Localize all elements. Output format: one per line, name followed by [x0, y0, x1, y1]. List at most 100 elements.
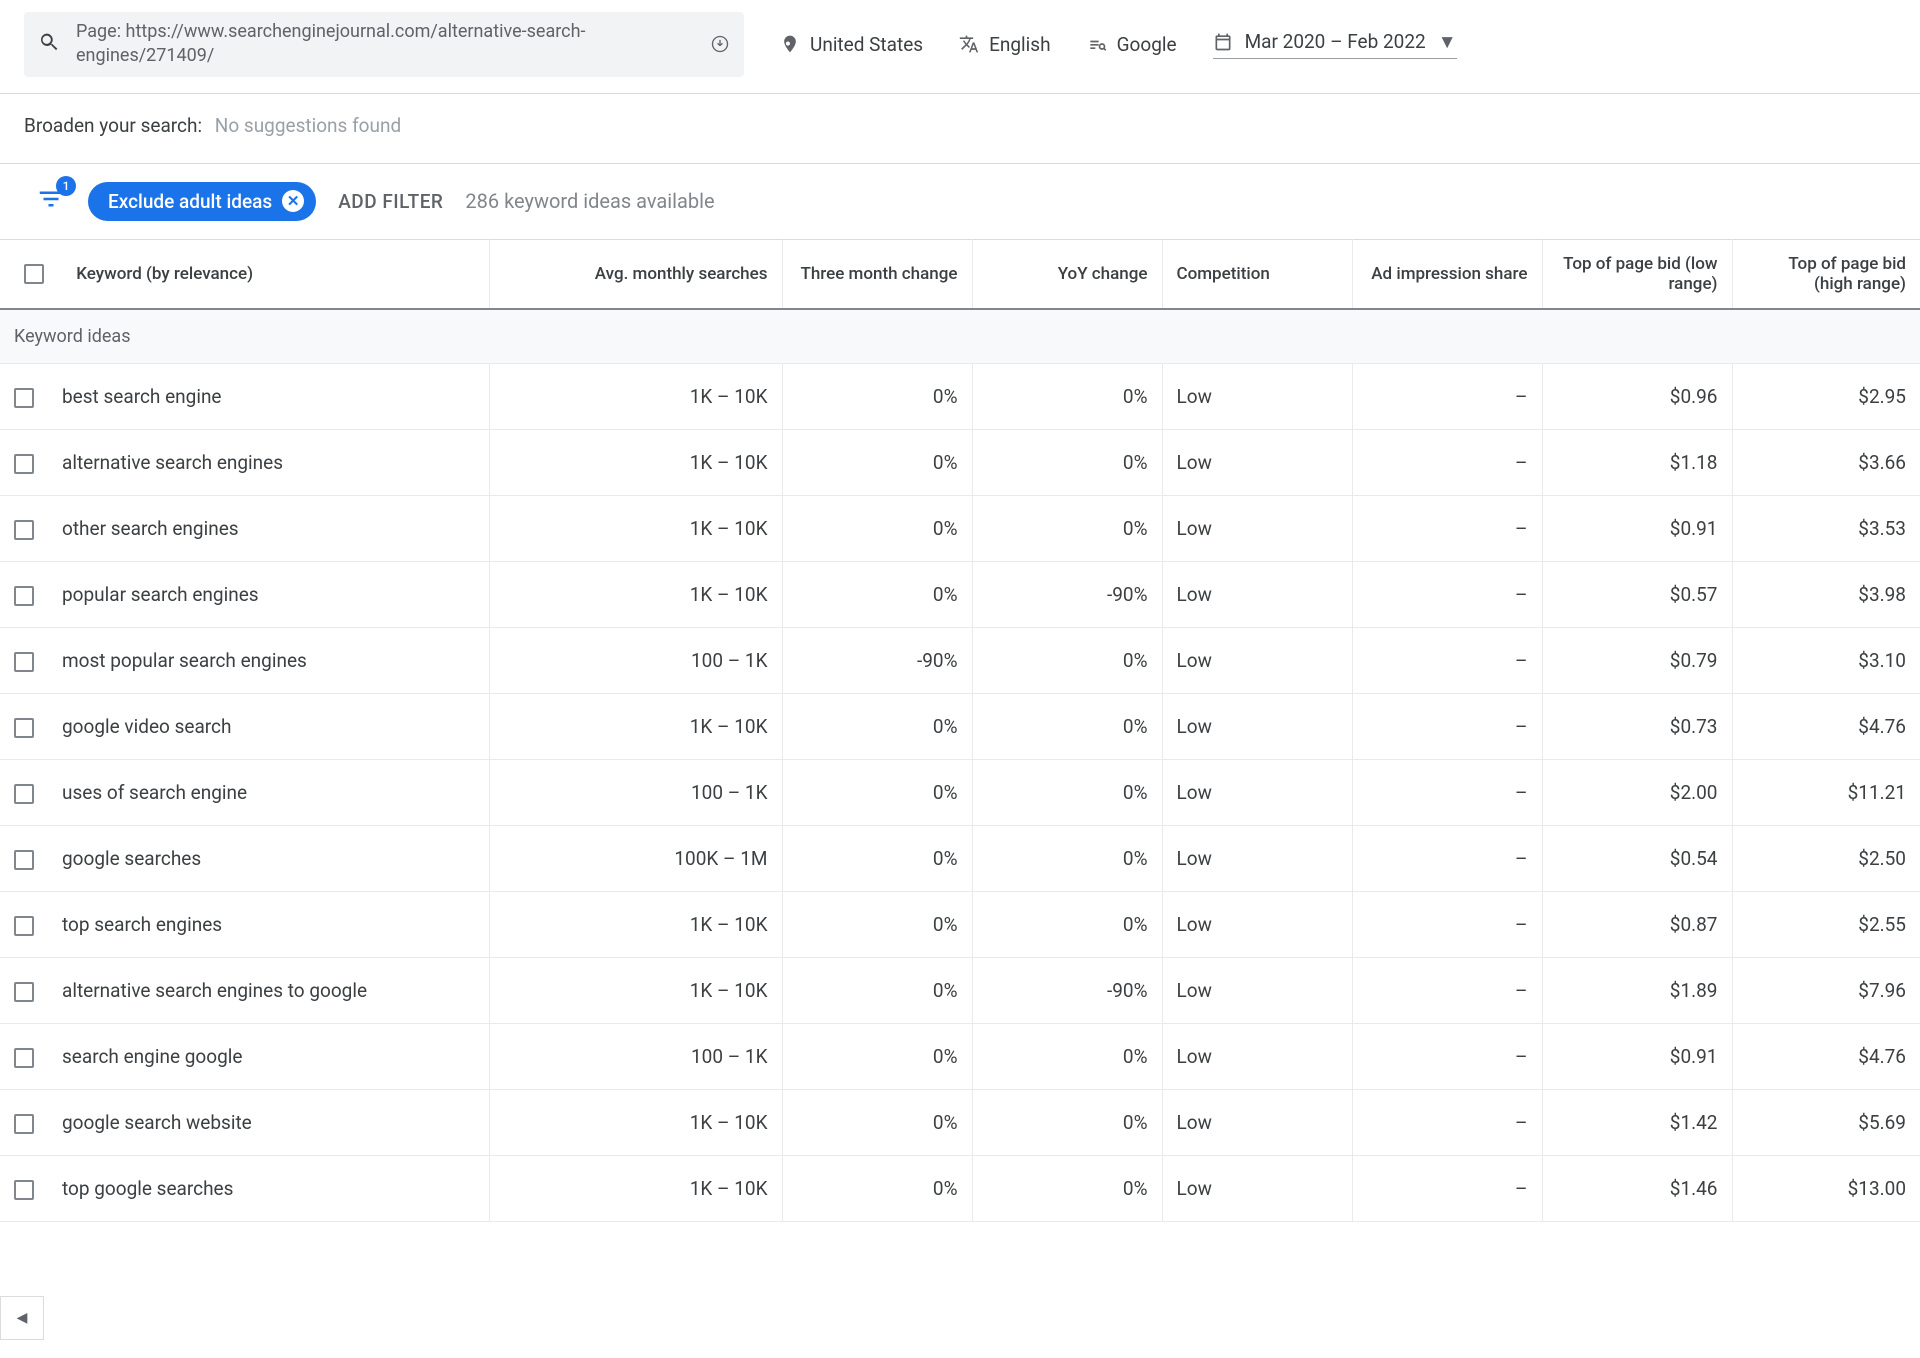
- row-checkbox[interactable]: [14, 652, 34, 672]
- keyword-text: top google searches: [62, 1177, 233, 1200]
- col-three-month[interactable]: Three month change: [782, 239, 972, 309]
- date-range-picker[interactable]: Mar 2020 – Feb 2022 ▼: [1213, 30, 1457, 59]
- group-label: Keyword ideas: [0, 309, 1920, 363]
- cell-three-month-change: 0%: [782, 825, 972, 891]
- keyword-text: alternative search engines to google: [62, 979, 367, 1002]
- col-keyword[interactable]: Keyword (by relevance): [76, 264, 253, 284]
- cell-avg-searches: 1K – 10K: [489, 363, 782, 429]
- add-filter-button[interactable]: ADD FILTER: [338, 190, 443, 213]
- cell-bid-low: $0.87: [1542, 891, 1732, 957]
- active-filters-button[interactable]: 1: [36, 184, 66, 218]
- cell-bid-low: $1.42: [1542, 1089, 1732, 1155]
- row-checkbox[interactable]: [14, 1114, 34, 1134]
- cell-yoy-change: 0%: [972, 759, 1162, 825]
- row-checkbox[interactable]: [14, 982, 34, 1002]
- cell-avg-searches: 1K – 10K: [489, 1089, 782, 1155]
- table-row[interactable]: top google searches1K – 10K0%0%Low–$1.46…: [0, 1155, 1920, 1221]
- broaden-label: Broaden your search:: [24, 114, 202, 137]
- keyword-text: other search engines: [62, 517, 239, 540]
- cell-three-month-change: 0%: [782, 1023, 972, 1089]
- cell-yoy-change: 0%: [972, 1089, 1162, 1155]
- network-value: Google: [1117, 33, 1177, 56]
- row-checkbox[interactable]: [14, 454, 34, 474]
- language-filter[interactable]: English: [959, 33, 1050, 56]
- table-row[interactable]: google video search1K – 10K0%0%Low–$0.73…: [0, 693, 1920, 759]
- cell-yoy-change: 0%: [972, 1155, 1162, 1221]
- table-row[interactable]: alternative search engines1K – 10K0%0%Lo…: [0, 429, 1920, 495]
- keyword-text: google search website: [62, 1111, 252, 1134]
- keyword-text: best search engine: [62, 385, 222, 408]
- cell-bid-low: $1.18: [1542, 429, 1732, 495]
- table-row[interactable]: alternative search engines to google1K –…: [0, 957, 1920, 1023]
- cell-keyword: top search engines: [0, 891, 489, 957]
- table-row[interactable]: most popular search engines100 – 1K-90%0…: [0, 627, 1920, 693]
- table-row[interactable]: other search engines1K – 10K0%0%Low–$0.9…: [0, 495, 1920, 561]
- chevron-down-icon: ▼: [1438, 30, 1457, 54]
- table-row[interactable]: uses of search engine100 – 1K0%0%Low–$2.…: [0, 759, 1920, 825]
- table-row[interactable]: best search engine1K – 10K0%0%Low–$0.96$…: [0, 363, 1920, 429]
- cell-competition: Low: [1162, 825, 1352, 891]
- cell-three-month-change: 0%: [782, 1089, 972, 1155]
- col-impression-share[interactable]: Ad impression share: [1352, 239, 1542, 309]
- cell-keyword: best search engine: [0, 363, 489, 429]
- cell-impression-share: –: [1352, 561, 1542, 627]
- ideas-available-text: 286 keyword ideas available: [465, 189, 714, 213]
- col-bid-high[interactable]: Top of page bid (high range): [1732, 239, 1920, 309]
- cell-keyword: alternative search engines to google: [0, 957, 489, 1023]
- search-input-value: Page: https://www.searchenginejournal.co…: [76, 20, 694, 69]
- cell-bid-high: $3.66: [1732, 429, 1920, 495]
- cell-impression-share: –: [1352, 1155, 1542, 1221]
- col-avg-searches[interactable]: Avg. monthly searches: [489, 239, 782, 309]
- row-checkbox[interactable]: [14, 850, 34, 870]
- cell-keyword: google video search: [0, 693, 489, 759]
- row-checkbox[interactable]: [14, 388, 34, 408]
- filter-chip-exclude-adult[interactable]: Exclude adult ideas ✕: [88, 182, 316, 221]
- network-filter[interactable]: Google: [1087, 33, 1177, 56]
- cell-three-month-change: 0%: [782, 891, 972, 957]
- cell-avg-searches: 1K – 10K: [489, 693, 782, 759]
- col-competition[interactable]: Competition: [1162, 239, 1352, 309]
- cell-competition: Low: [1162, 891, 1352, 957]
- cell-three-month-change: 0%: [782, 561, 972, 627]
- row-checkbox[interactable]: [14, 1048, 34, 1068]
- row-checkbox[interactable]: [14, 718, 34, 738]
- cell-keyword: popular search engines: [0, 561, 489, 627]
- table-row[interactable]: google search website1K – 10K0%0%Low–$1.…: [0, 1089, 1920, 1155]
- cell-avg-searches: 1K – 10K: [489, 495, 782, 561]
- row-checkbox[interactable]: [14, 916, 34, 936]
- search-icon: [38, 31, 60, 57]
- row-checkbox[interactable]: [14, 1180, 34, 1200]
- row-checkbox[interactable]: [14, 586, 34, 606]
- cell-yoy-change: -90%: [972, 561, 1162, 627]
- table-row[interactable]: popular search engines1K – 10K0%-90%Low–…: [0, 561, 1920, 627]
- location-filter[interactable]: United States: [780, 33, 923, 56]
- drawer-toggle-button[interactable]: ◀: [0, 1296, 44, 1340]
- row-checkbox[interactable]: [14, 784, 34, 804]
- table-row[interactable]: search engine google100 – 1K0%0%Low–$0.9…: [0, 1023, 1920, 1089]
- keyword-text: top search engines: [62, 913, 222, 936]
- col-bid-low[interactable]: Top of page bid (low range): [1542, 239, 1732, 309]
- cell-three-month-change: 0%: [782, 957, 972, 1023]
- select-all-checkbox[interactable]: [24, 264, 44, 284]
- cell-competition: Low: [1162, 1089, 1352, 1155]
- search-box[interactable]: Page: https://www.searchenginejournal.co…: [24, 12, 744, 77]
- cell-bid-high: $3.53: [1732, 495, 1920, 561]
- cell-bid-high: $4.76: [1732, 1023, 1920, 1089]
- col-yoy[interactable]: YoY change: [972, 239, 1162, 309]
- keyword-text: search engine google: [62, 1045, 242, 1068]
- cell-keyword: alternative search engines: [0, 429, 489, 495]
- keyword-text: google searches: [62, 847, 201, 870]
- download-icon[interactable]: [710, 34, 730, 54]
- table-row[interactable]: top search engines1K – 10K0%0%Low–$0.87$…: [0, 891, 1920, 957]
- cell-yoy-change: 0%: [972, 495, 1162, 561]
- cell-impression-share: –: [1352, 429, 1542, 495]
- close-icon[interactable]: ✕: [282, 190, 304, 212]
- table-header-row: Keyword (by relevance) Avg. monthly sear…: [0, 239, 1920, 309]
- cell-bid-low: $0.91: [1542, 1023, 1732, 1089]
- filter-chip-label: Exclude adult ideas: [108, 190, 272, 213]
- keyword-text: google video search: [62, 715, 231, 738]
- row-checkbox[interactable]: [14, 520, 34, 540]
- cell-keyword: top google searches: [0, 1155, 489, 1221]
- table-row[interactable]: google searches100K – 1M0%0%Low–$0.54$2.…: [0, 825, 1920, 891]
- cell-bid-low: $0.57: [1542, 561, 1732, 627]
